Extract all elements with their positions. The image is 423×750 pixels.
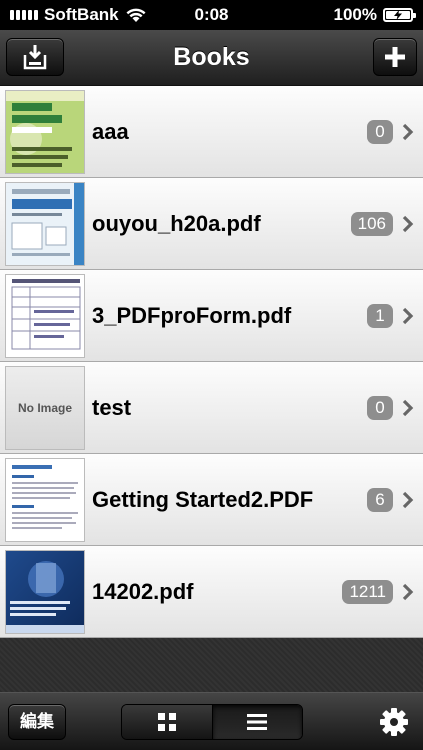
list-view-button[interactable] [212,705,302,739]
book-title: ouyou_h20a.pdf [92,210,261,236]
count-badge: 106 [350,211,393,236]
list-icon [247,714,268,730]
count-badge: 0 [367,119,393,144]
book-row[interactable]: aaa 0 [0,86,423,178]
gear-icon[interactable] [379,707,409,737]
count-badge: 0 [367,395,393,420]
book-title: Getting Started2.PDF [92,486,314,512]
view-mode-segmented-control [121,704,303,740]
count-badge: 6 [367,487,393,512]
book-thumbnail [5,182,85,266]
chevron-right-icon [402,583,414,600]
book-thumbnail [5,458,85,542]
page-title: Books [173,43,250,71]
battery-percent: 100% [333,5,377,24]
navigation-bar: Books [0,30,423,86]
plus-icon [385,47,405,67]
book-row[interactable]: 3_PDFproForm.pdf 1 [0,270,423,362]
count-badge: 1 [367,303,393,328]
bottom-toolbar: 編集 [0,692,423,750]
wifi-icon [126,8,146,22]
book-row[interactable]: ouyou_h20a.pdf 106 [0,178,423,270]
book-thumbnail [5,274,85,358]
charging-icon [394,10,402,20]
signal-icon [10,10,38,20]
count-badge: 1211 [342,579,393,604]
download-button[interactable] [6,38,64,76]
chevron-right-icon [402,123,414,140]
grid-view-button[interactable] [122,705,213,739]
chevron-right-icon [402,491,414,508]
book-row[interactable]: Getting Started2.PDF 6 [0,454,423,546]
edit-button[interactable]: 編集 [8,704,66,740]
book-row[interactable]: 14202.pdf 1211 [0,546,423,638]
book-thumbnail [5,90,85,174]
chevron-right-icon [402,307,414,324]
chevron-right-icon [402,215,414,232]
add-button[interactable] [373,38,417,76]
book-title: 14202.pdf [92,578,194,604]
status-right: 100% [333,5,416,25]
carrier-name: SoftBank [44,5,119,24]
no-image-label: No Image [17,401,72,415]
book-list: aaa 0 ouyou_h20a.pdf 106 3_PDFproForm.pd… [0,86,423,638]
grid-icon [157,713,176,731]
status-left: SoftBank [10,5,147,25]
book-row[interactable]: No Image test 0 [0,362,423,454]
status-bar: SoftBank 0:08 100% [0,0,423,30]
book-title: test [92,394,132,420]
empty-list-area [0,638,423,692]
battery-icon [383,8,416,22]
book-title: 3_PDFproForm.pdf [92,302,292,328]
book-title: aaa [92,118,129,144]
no-image-thumbnail: No Image [5,366,85,450]
book-thumbnail [5,550,85,634]
download-icon [23,45,47,70]
chevron-right-icon [402,399,414,416]
